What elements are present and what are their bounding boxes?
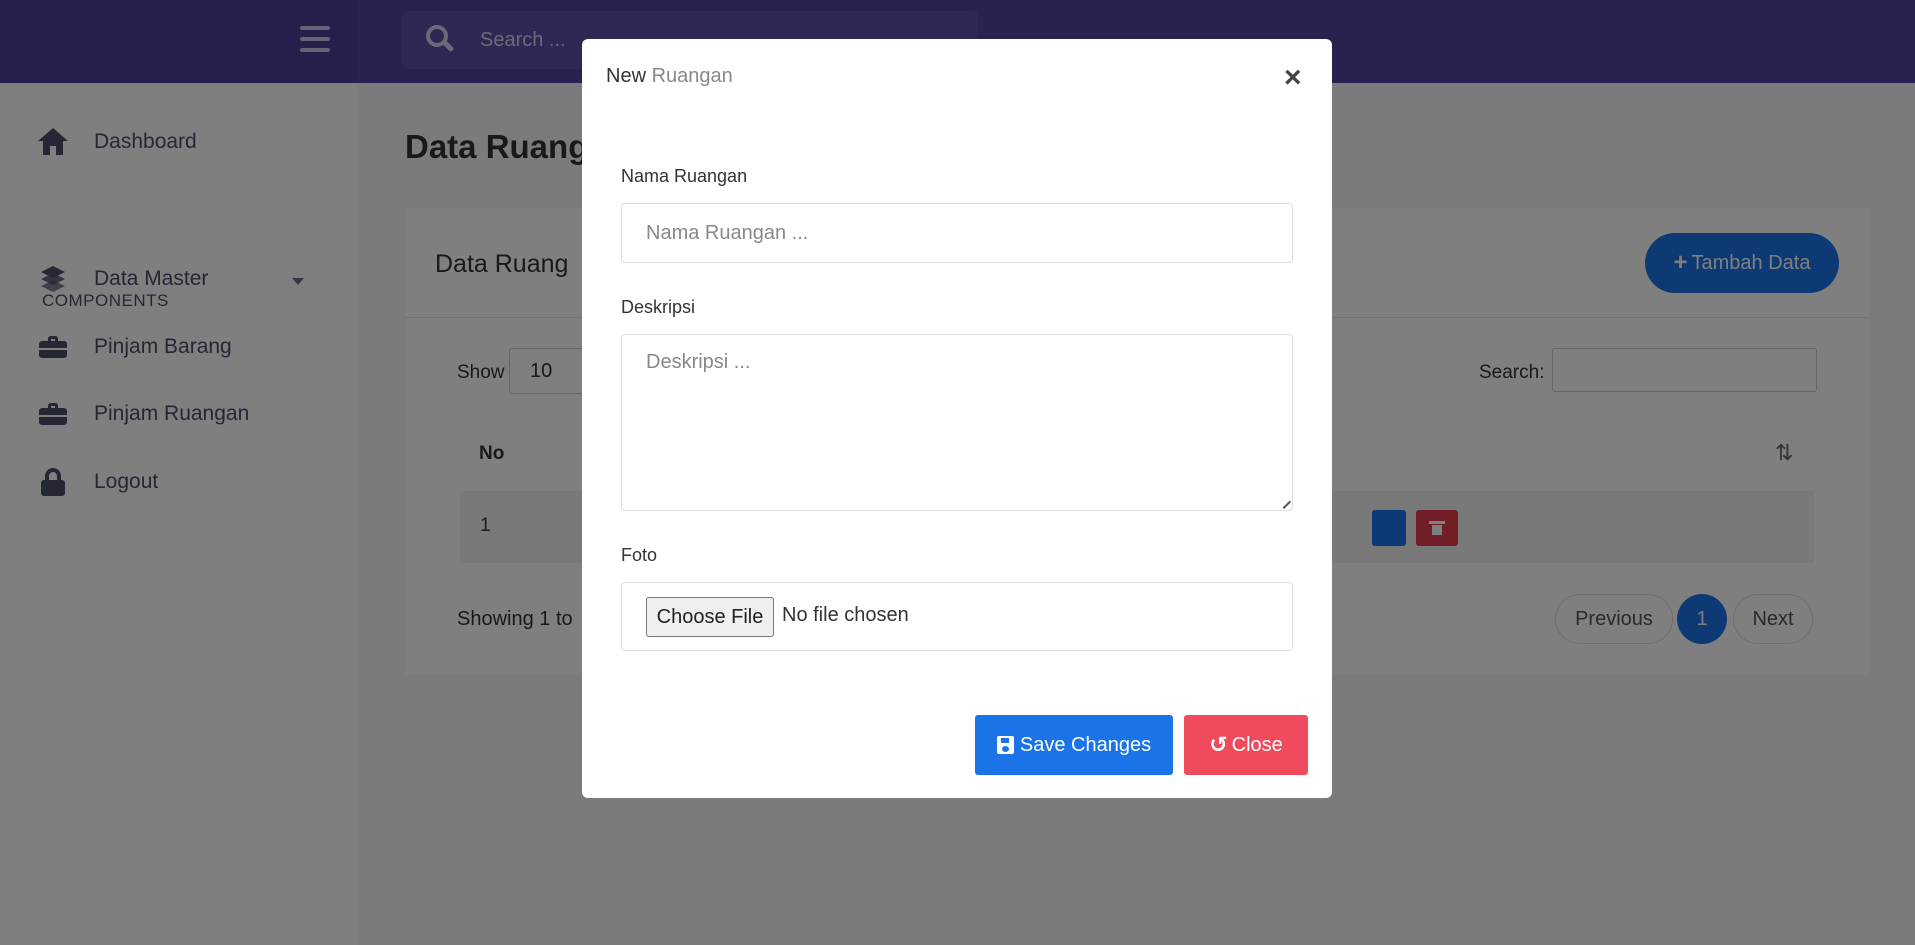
deskripsi-placeholder: Deskripsi ... <box>646 351 751 373</box>
file-status: No file chosen <box>782 604 909 626</box>
deskripsi-textarea[interactable]: Deskripsi ... <box>621 334 1293 511</box>
undo-icon: ↺ <box>1209 732 1228 757</box>
nama-ruangan-input[interactable]: Nama Ruangan ... <box>621 203 1293 263</box>
modal-title-new: New <box>606 65 647 87</box>
save-changes-label: Save Changes <box>1019 733 1152 756</box>
deskripsi-label: Deskripsi <box>621 297 696 317</box>
choose-file-button[interactable]: Choose File <box>646 597 774 637</box>
new-ruangan-modal: New Ruangan × Nama Ruangan Nama Ruangan … <box>582 39 1332 798</box>
close-label: Close <box>1231 733 1283 756</box>
modal-title-entity: Ruangan <box>651 65 733 87</box>
resize-handle-icon[interactable] <box>1276 494 1292 510</box>
nama-ruangan-label: Nama Ruangan <box>621 166 748 186</box>
save-icon <box>996 736 1014 754</box>
foto-label: Foto <box>621 545 658 565</box>
modal-title: New Ruangan <box>606 65 733 88</box>
close-icon[interactable]: × <box>1284 63 1302 93</box>
save-changes-button[interactable]: Save Changes <box>975 715 1173 775</box>
foto-file-input[interactable]: Choose File No file chosen <box>621 582 1293 651</box>
close-button[interactable]: ↺ Close <box>1184 715 1308 775</box>
